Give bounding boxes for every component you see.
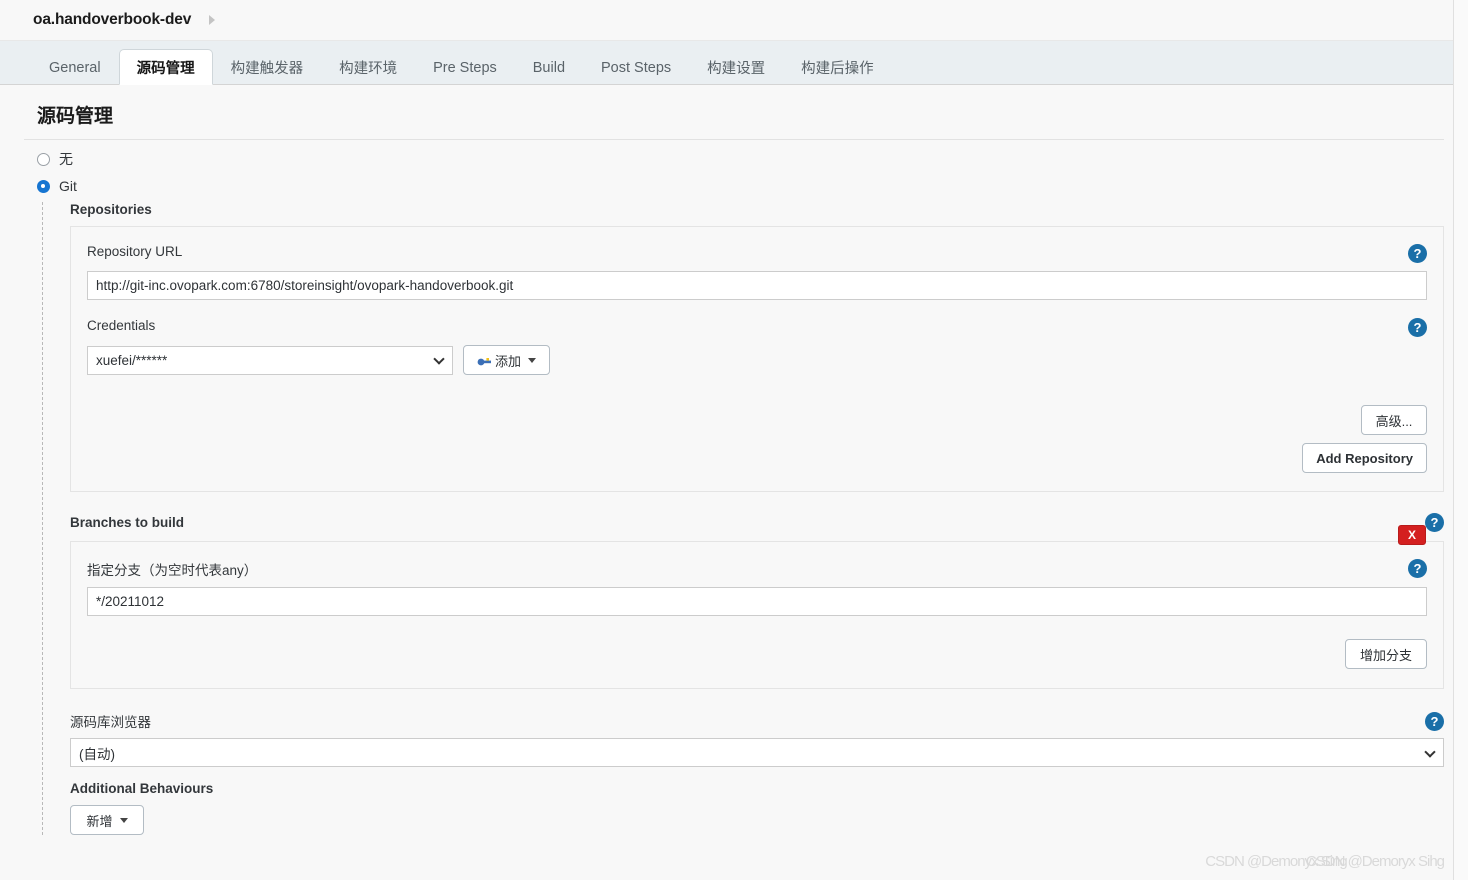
git-config-block: Repositories Repository URL ? Credential… xyxy=(42,202,1444,835)
scm-option-git-label: Git xyxy=(59,178,77,194)
chevron-down-icon xyxy=(433,353,445,365)
scm-option-none[interactable]: 无 xyxy=(24,140,1444,169)
add-behaviour-button[interactable]: 新增 xyxy=(70,805,144,835)
credentials-label: Credentials xyxy=(87,318,156,333)
advanced-button[interactable]: 高级... xyxy=(1361,405,1427,435)
tab-source-code-management[interactable]: 源码管理 xyxy=(118,49,213,85)
repository-browser-value: (自动) xyxy=(79,746,115,762)
add-credentials-label: 添加 xyxy=(495,353,522,369)
repository-browser-label: 源码库浏览器 xyxy=(70,715,151,730)
add-repository-button[interactable]: Add Repository xyxy=(1302,443,1427,473)
help-icon-branches[interactable]: ? xyxy=(1425,513,1444,532)
delete-branch-button[interactable]: X xyxy=(1398,525,1426,545)
scm-option-git[interactable]: Git xyxy=(24,169,1444,194)
repository-panel: Repository URL ? Credentials ? xuefei/**… xyxy=(70,226,1444,492)
scm-option-none-label: 无 xyxy=(59,151,73,167)
help-icon-credentials[interactable]: ? xyxy=(1408,318,1427,337)
chevron-down-icon xyxy=(1424,745,1436,758)
scm-content: 源码管理 无 Git Repositories Repository URL ?… xyxy=(0,85,1468,835)
help-icon-branch-specifier[interactable]: ? xyxy=(1408,559,1427,578)
repository-browser-select[interactable]: (自动) xyxy=(70,738,1444,767)
tab-build[interactable]: Build xyxy=(515,49,583,85)
additional-behaviours-label: Additional Behaviours xyxy=(70,781,214,796)
branch-panel: X 指定分支（为空时代表any） ? 增加分支 xyxy=(70,525,1444,689)
tab-build-triggers[interactable]: 构建触发器 xyxy=(213,49,322,85)
breadcrumb-title[interactable]: oa.handoverbook-dev xyxy=(33,11,191,29)
tab-build-settings[interactable]: 构建设置 xyxy=(689,49,783,85)
branches-label: Branches to build xyxy=(70,515,185,530)
tab-pre-steps[interactable]: Pre Steps xyxy=(415,49,515,85)
tab-bar: General 源码管理 构建触发器 构建环境 Pre Steps Build … xyxy=(0,41,1468,85)
key-icon xyxy=(477,354,492,367)
tab-post-build-actions[interactable]: 构建后操作 xyxy=(783,49,892,85)
tab-general[interactable]: General xyxy=(31,49,119,85)
caret-down-icon xyxy=(528,357,537,363)
repository-url-input[interactable] xyxy=(87,271,1427,300)
credentials-select-value: xuefei/****** xyxy=(96,352,168,368)
credentials-select[interactable]: xuefei/****** xyxy=(87,345,453,375)
close-icon[interactable]: X xyxy=(1398,525,1426,545)
page-scrollbar[interactable] xyxy=(1453,0,1468,880)
tab-build-environment[interactable]: 构建环境 xyxy=(321,49,415,85)
help-icon-repository-url[interactable]: ? xyxy=(1408,244,1427,263)
page-root: oa.handoverbook-dev General 源码管理 构建触发器 构… xyxy=(0,0,1468,880)
help-icon-repository-browser[interactable]: ? xyxy=(1425,711,1444,731)
triangle-right-icon[interactable] xyxy=(209,15,216,25)
repositories-label: Repositories xyxy=(70,202,152,217)
page-title: 源码管理 xyxy=(24,85,1444,140)
radio-git[interactable] xyxy=(37,179,50,193)
branch-specifier-input[interactable] xyxy=(87,587,1427,616)
radio-none[interactable] xyxy=(37,152,50,166)
tab-post-steps[interactable]: Post Steps xyxy=(583,49,689,85)
add-credentials-button[interactable]: 添加 xyxy=(463,345,551,375)
caret-down-icon xyxy=(119,817,128,823)
add-behaviour-label: 新增 xyxy=(86,813,113,829)
watermark: CSDN @Demonyx.Sing CSDN @Demoryx Sihg xyxy=(1205,853,1445,870)
branch-specifier-label: 指定分支（为空时代表any） xyxy=(87,563,258,578)
repository-url-label: Repository URL xyxy=(87,244,183,259)
watermark-back: CSDN @Demoryx Sihg xyxy=(1305,853,1445,870)
add-branch-button[interactable]: 增加分支 xyxy=(1345,639,1427,669)
breadcrumb: oa.handoverbook-dev xyxy=(0,0,1468,41)
